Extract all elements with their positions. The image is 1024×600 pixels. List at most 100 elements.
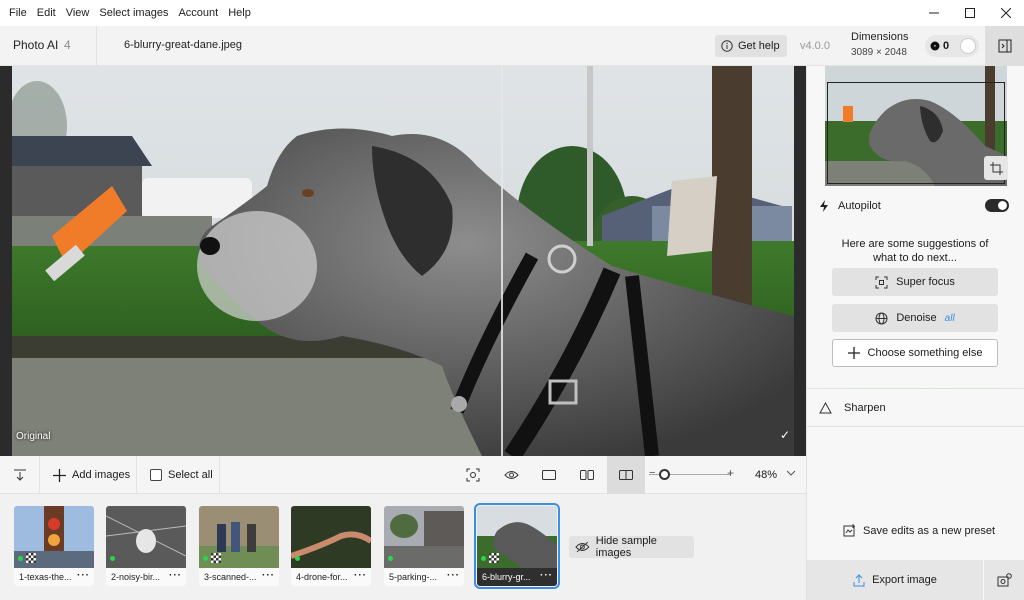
- menu-bar: File Edit View Select images Account Hel…: [0, 0, 1024, 26]
- export-image-label: Export image: [872, 574, 937, 586]
- more-icon[interactable]: ···: [169, 568, 182, 584]
- dimensions-value: 3089 × 2048: [851, 47, 907, 58]
- menu-list: File Edit View Select images Account Hel…: [4, 0, 256, 26]
- menu-edit[interactable]: Edit: [32, 7, 61, 19]
- sidebar-toggle-button[interactable]: [985, 26, 1024, 66]
- svg-text:·: ·: [934, 43, 937, 51]
- thumbnail[interactable]: 1-texas-the... ···: [14, 506, 94, 586]
- hide-sample-images-button[interactable]: Hide sample images: [569, 535, 694, 559]
- thumbnail[interactable]: 5-parking-... ···: [384, 506, 464, 586]
- upload-icon: [853, 573, 865, 586]
- thumbnail-image: [106, 506, 186, 568]
- app-name: Photo AI: [13, 38, 59, 52]
- add-images-label: Add images: [72, 469, 131, 481]
- more-icon[interactable]: ···: [447, 568, 460, 584]
- select-all-button[interactable]: Select all: [138, 456, 220, 494]
- more-icon[interactable]: ···: [262, 568, 275, 584]
- preset-icon: [843, 524, 855, 537]
- menu-help[interactable]: Help: [223, 7, 256, 19]
- single-view-button[interactable]: [530, 456, 568, 494]
- globe-icon: [875, 312, 888, 324]
- crop-button[interactable]: [984, 156, 1008, 180]
- right-panel: Autopilot Here are some suggestions of w…: [806, 66, 1024, 600]
- denoise-button[interactable]: Denoise all: [832, 304, 998, 332]
- zoom-in-button[interactable]: +: [727, 466, 734, 480]
- photo-preview: [12, 66, 794, 456]
- export-settings-button[interactable]: [984, 560, 1024, 600]
- menu-account[interactable]: Account: [173, 7, 223, 19]
- bolt-icon: [820, 200, 828, 212]
- add-images-button[interactable]: Add images: [41, 456, 137, 494]
- single-view-icon: [542, 470, 556, 480]
- select-all-label: Select all: [168, 469, 213, 481]
- zoom-slider-handle[interactable]: [659, 469, 671, 480]
- compare-slider[interactable]: [501, 66, 503, 456]
- thumbnail[interactable]: 2-noisy-bir... ···: [106, 506, 186, 586]
- credits-badge[interactable]: · 0: [925, 35, 979, 57]
- status-dot: [481, 556, 486, 561]
- sort-button[interactable]: [0, 456, 40, 494]
- export-image-button[interactable]: Export image: [807, 560, 983, 600]
- status-dot: [203, 556, 208, 561]
- zoom-out-button[interactable]: −: [649, 467, 655, 479]
- thumbnail[interactable]: 3-scanned-... ···: [199, 506, 279, 586]
- autopilot-toggle[interactable]: [985, 199, 1009, 212]
- image-toolbar: Add images Select all − + 48%: [0, 456, 806, 494]
- face-detect-button[interactable]: [454, 456, 492, 494]
- get-help-label: Get help: [738, 40, 780, 52]
- plus-icon: [847, 347, 860, 359]
- plus-icon: [53, 468, 66, 482]
- sort-icon: [13, 469, 26, 481]
- checker-icon: [489, 553, 499, 563]
- checker-icon: [211, 553, 221, 563]
- crop-icon: [989, 161, 1003, 175]
- get-help-button[interactable]: Get help: [715, 35, 787, 57]
- more-icon[interactable]: ···: [540, 568, 553, 584]
- export-settings-icon: [997, 573, 1012, 587]
- side-by-side-button[interactable]: [568, 456, 606, 494]
- maximize-button[interactable]: [952, 0, 988, 26]
- zoom-value: 48%: [755, 469, 778, 481]
- credit-icon: ·: [930, 41, 940, 51]
- more-icon[interactable]: ···: [354, 568, 367, 584]
- select-all-checkbox[interactable]: [150, 469, 162, 481]
- denoise-all-badge: all: [944, 312, 955, 324]
- menu-select-images[interactable]: Select images: [94, 7, 173, 19]
- dimensions-label: Dimensions: [851, 31, 909, 43]
- sharpen-row[interactable]: Sharpen: [807, 389, 1024, 427]
- eye-off-icon: [575, 541, 590, 553]
- save-preset-button[interactable]: Save edits as a new preset: [843, 524, 995, 537]
- split-view-icon: [619, 470, 633, 480]
- status-dot: [295, 556, 300, 561]
- super-focus-button[interactable]: Super focus: [832, 268, 998, 296]
- thumbnail-image: [291, 506, 371, 568]
- split-view-button[interactable]: [607, 456, 645, 494]
- chevron-down-icon[interactable]: [786, 468, 796, 478]
- credits-count: 0: [943, 40, 950, 52]
- image-canvas[interactable]: Original ✓: [0, 66, 806, 456]
- header-divider: [96, 26, 97, 66]
- original-label: Original: [16, 431, 51, 442]
- choose-something-else-button[interactable]: Choose something else: [832, 339, 998, 367]
- thumbnail-selected[interactable]: 6-blurry-gr... ···: [474, 503, 560, 589]
- thumbnail[interactable]: 4-drone-for... ···: [291, 506, 371, 586]
- face-detect-icon: [466, 468, 480, 482]
- more-icon[interactable]: ···: [77, 568, 90, 584]
- avatar[interactable]: [960, 38, 976, 54]
- triangle-icon: [819, 401, 832, 413]
- version-label: v4.0.0: [800, 40, 830, 52]
- preview-toggle-button[interactable]: [492, 456, 530, 494]
- close-button[interactable]: [988, 0, 1024, 26]
- thumbnail-image: [384, 506, 464, 568]
- menu-view[interactable]: View: [61, 7, 95, 19]
- app-major-version: 4: [64, 38, 71, 52]
- save-preset-label: Save edits as a new preset: [863, 524, 996, 537]
- autopilot-label: Autopilot: [838, 200, 881, 212]
- navigator-viewport[interactable]: [827, 82, 1005, 184]
- minimize-button[interactable]: [916, 0, 952, 26]
- status-dot: [110, 556, 115, 561]
- menu-file[interactable]: File: [4, 7, 32, 19]
- status-dot: [388, 556, 393, 561]
- choose-something-else-label: Choose something else: [867, 347, 983, 359]
- sharpen-label: Sharpen: [844, 401, 886, 414]
